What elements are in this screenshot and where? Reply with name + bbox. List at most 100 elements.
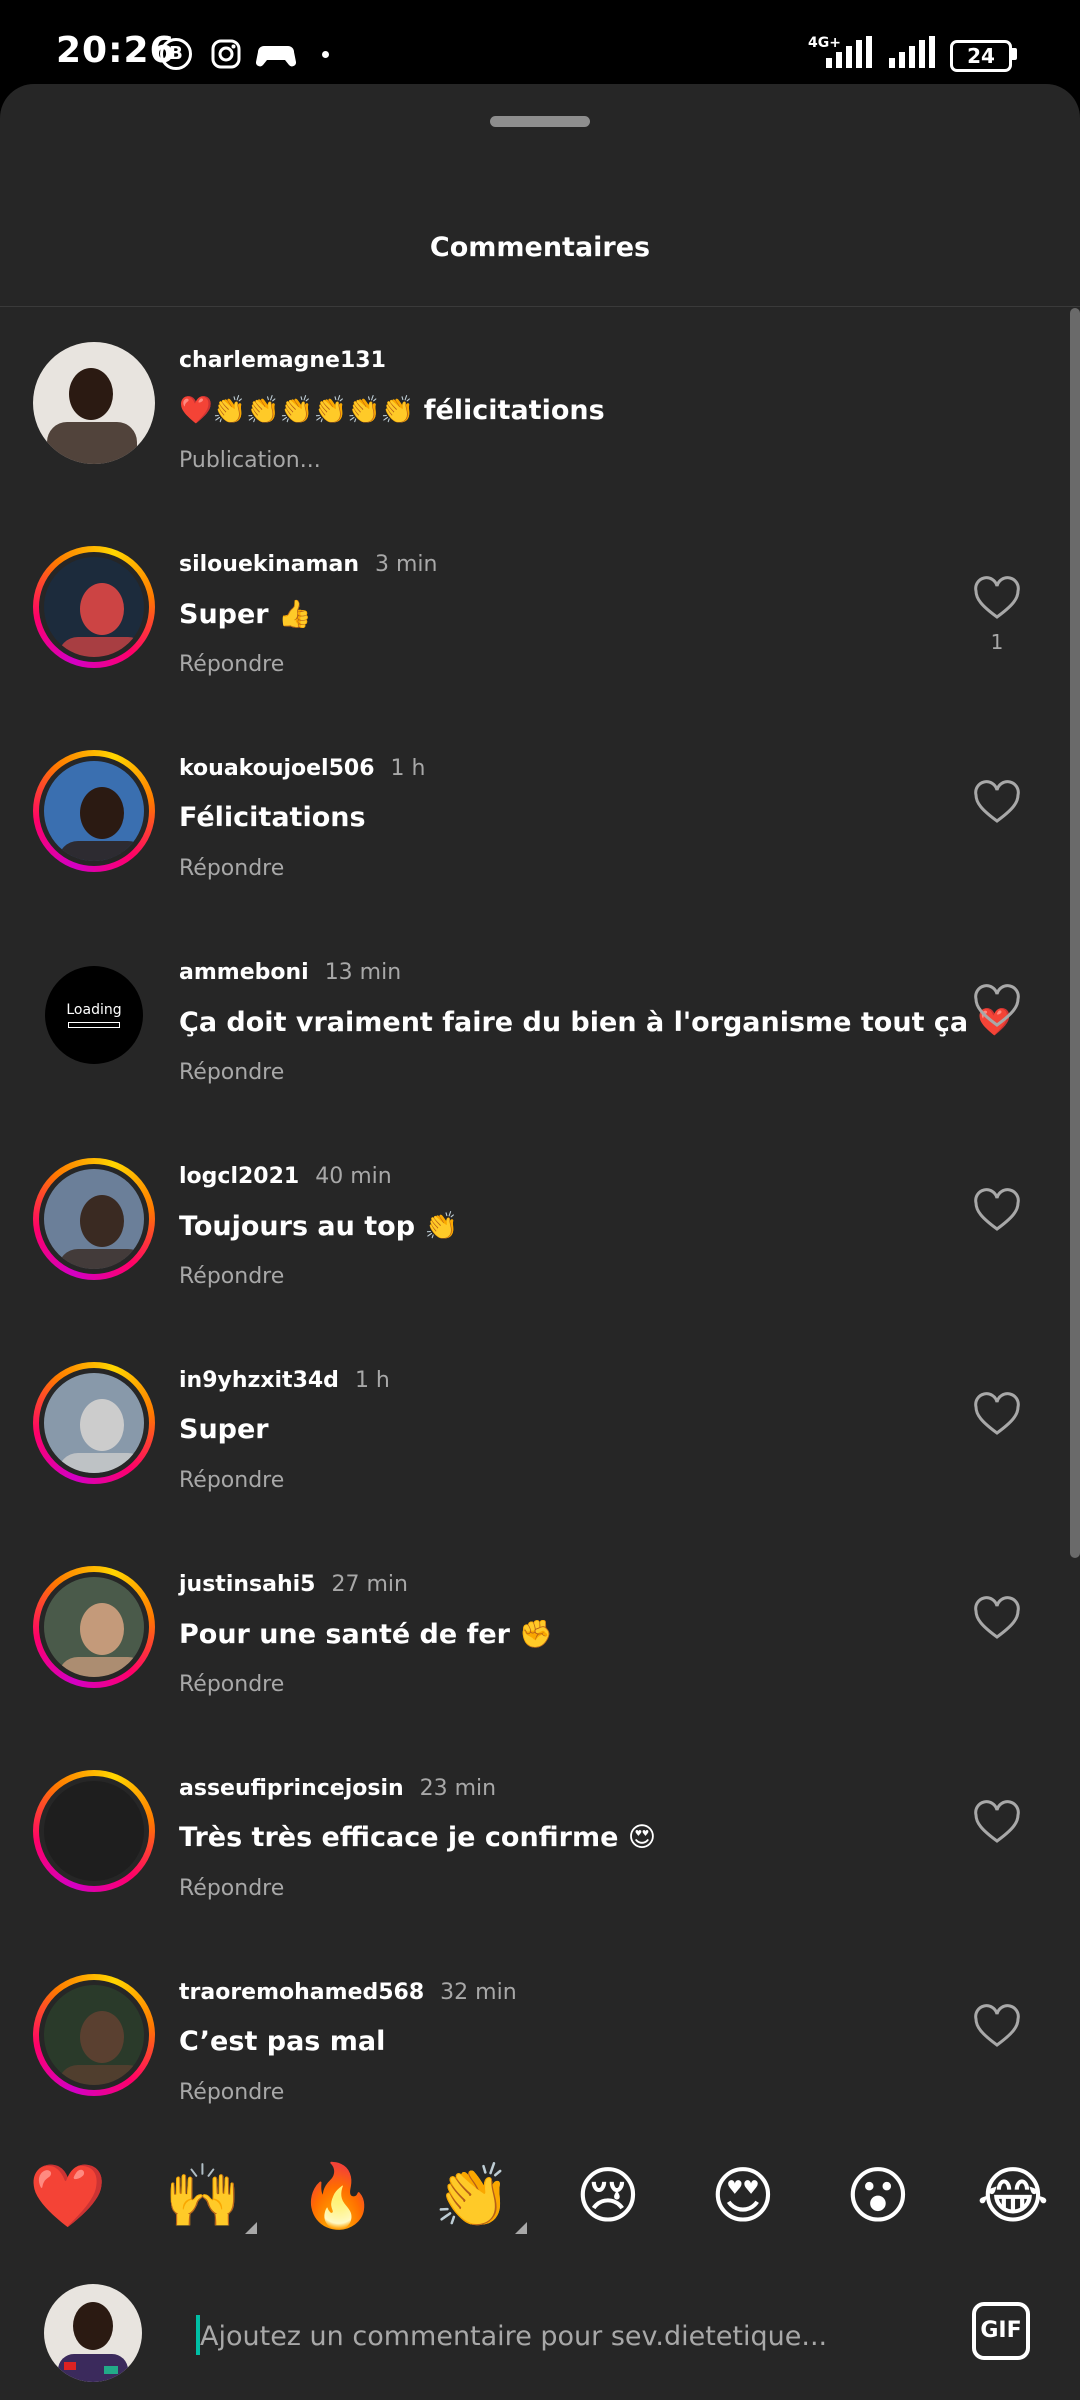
comment-username[interactable]: in9yhzxit34d 1 h bbox=[179, 1368, 390, 1393]
username-text[interactable]: silouekinaman bbox=[179, 552, 359, 577]
heart-icon[interactable] bbox=[972, 2002, 1022, 2052]
battery-icon: 24 bbox=[950, 40, 1012, 72]
comment-item[interactable]: in9yhzxit34d 1 h Super Répondre bbox=[0, 1328, 1080, 1532]
comment-input-bar: GIF bbox=[0, 2244, 1080, 2400]
comment-time: 23 min bbox=[419, 1776, 497, 1801]
comment-text: Félicitations bbox=[179, 802, 366, 833]
surprised-emoji[interactable]: 😮 bbox=[828, 2148, 928, 2244]
avatar bbox=[33, 342, 155, 464]
comment-text: Ça doit vraiment faire du bien à l'organ… bbox=[179, 1007, 1012, 1038]
fire-emoji[interactable]: 🔥 bbox=[288, 2148, 388, 2244]
comment-username[interactable]: asseufiprincejosin 23 min bbox=[179, 1776, 496, 1801]
avatar-wrapper[interactable]: Loading bbox=[33, 954, 155, 1076]
comment-item[interactable]: asseufiprincejosin 23 min Très très effica… bbox=[0, 1736, 1080, 1940]
username-text[interactable]: kouakoujoel506 bbox=[179, 756, 375, 781]
heart-eyes-emoji[interactable]: 😍 bbox=[693, 2148, 793, 2244]
comment-username[interactable]: ammeboni 13 min bbox=[179, 960, 401, 985]
gif-button[interactable]: GIF bbox=[972, 2302, 1030, 2360]
comment-time: 13 min bbox=[324, 960, 402, 985]
signal-icon bbox=[826, 36, 872, 68]
comment-text: Toujours au top 👏 bbox=[179, 1211, 459, 1242]
username-text[interactable]: charlemagne131 bbox=[179, 348, 386, 373]
comment-time: 1 h bbox=[354, 1368, 390, 1393]
reply-button[interactable]: Répondre bbox=[179, 652, 284, 677]
story-ring[interactable] bbox=[33, 1362, 155, 1484]
b-app-icon: B bbox=[160, 38, 192, 70]
username-text[interactable]: justinsahi5 bbox=[179, 1572, 315, 1597]
comment-username[interactable]: traoremohamed568 32 min bbox=[179, 1980, 517, 2005]
clap-emoji[interactable]: 👏 bbox=[423, 2148, 523, 2244]
raised-hands-emoji[interactable]: 🙌 bbox=[153, 2148, 253, 2244]
story-ring[interactable] bbox=[33, 1974, 155, 2096]
comment-username[interactable]: charlemagne131 bbox=[179, 348, 386, 373]
comment-text: Super 👍 bbox=[179, 599, 312, 630]
avatar bbox=[39, 1164, 149, 1274]
story-ring[interactable] bbox=[33, 1566, 155, 1688]
comment-item[interactable]: charlemagne131 ❤️👏👏👏👏👏👏 félicitations Publ… bbox=[0, 308, 1080, 512]
heart-icon[interactable] bbox=[972, 574, 1022, 624]
reply-button[interactable]: Répondre bbox=[179, 2080, 284, 2105]
comment-text: C’est pas mal bbox=[179, 2026, 386, 2057]
comment-time: 1 h bbox=[390, 756, 426, 781]
sheet-title: Commentaires bbox=[429, 232, 651, 263]
avatar bbox=[39, 1776, 149, 1886]
username-text[interactable]: in9yhzxit34d bbox=[179, 1368, 339, 1393]
username-text[interactable]: ammeboni bbox=[179, 960, 309, 985]
comment-item[interactable]: kouakoujoel506 1 h Félicitations Répondre bbox=[0, 716, 1080, 920]
avatar-wrapper[interactable] bbox=[33, 342, 155, 464]
avatar: Loading bbox=[45, 966, 143, 1064]
heart-icon[interactable] bbox=[972, 1186, 1022, 1236]
posting-status: Publication... bbox=[179, 448, 321, 473]
avatar bbox=[39, 756, 149, 866]
like-count: 1 bbox=[990, 630, 1004, 654]
drag-handle[interactable] bbox=[490, 116, 590, 127]
skin-tone-indicator bbox=[515, 2222, 527, 2234]
comment-item[interactable]: logcl2021 40 min Toujours au top 👏 Répondre bbox=[0, 1124, 1080, 1328]
crying-emoji[interactable]: 😢 bbox=[558, 2148, 658, 2244]
comment-item[interactable]: traoremohamed568 32 min C’est pas mal Répon… bbox=[0, 1940, 1080, 2144]
comment-item[interactable]: silouekinaman 3 min Super 👍 Répondre 1 bbox=[0, 512, 1080, 716]
avatar bbox=[39, 552, 149, 662]
reply-button[interactable]: Répondre bbox=[179, 1264, 284, 1289]
loading-label: Loading bbox=[66, 1002, 122, 1018]
story-ring[interactable] bbox=[33, 546, 155, 668]
laughing-emoji[interactable]: 😂 bbox=[963, 2148, 1063, 2244]
comment-time: 27 min bbox=[331, 1572, 408, 1597]
story-ring[interactable] bbox=[33, 1158, 155, 1280]
story-ring[interactable] bbox=[33, 1770, 155, 1892]
username-text[interactable]: traoremohamed568 bbox=[179, 1980, 424, 2005]
heart-emoji[interactable]: ❤️ bbox=[18, 2148, 118, 2244]
comment-input[interactable] bbox=[198, 2308, 922, 2364]
comment-username[interactable]: kouakoujoel506 1 h bbox=[179, 756, 425, 781]
comment-text: Pour une santé de fer ✊ bbox=[179, 1619, 553, 1650]
heart-icon[interactable] bbox=[972, 1594, 1022, 1644]
comment-text: ❤️👏👏👏👏👏👏 félicitations bbox=[179, 395, 605, 426]
comment-time: 32 min bbox=[440, 1980, 517, 2005]
my-avatar bbox=[44, 2284, 142, 2382]
comment-item[interactable]: Loading ammeboni 13 min Ça doit vraiment fa… bbox=[0, 920, 1080, 1124]
username-text[interactable]: logcl2021 bbox=[179, 1164, 299, 1189]
comment-text: Très très efficace je confirme 😍 bbox=[179, 1822, 656, 1853]
notification-dot bbox=[322, 51, 329, 58]
reply-button[interactable]: Répondre bbox=[179, 856, 284, 881]
comment-username[interactable]: logcl2021 40 min bbox=[179, 1164, 392, 1189]
quick-reaction-bar: ❤️ 🙌 🔥 👏 😢 😍 😮 😂 bbox=[0, 2148, 1080, 2244]
heart-icon[interactable] bbox=[972, 1390, 1022, 1440]
heart-icon[interactable] bbox=[972, 778, 1022, 828]
comment-username[interactable]: justinsahi5 27 min bbox=[179, 1572, 408, 1597]
reply-button[interactable]: Répondre bbox=[179, 1468, 284, 1493]
loading-bar bbox=[68, 1022, 120, 1028]
reply-button[interactable]: Répondre bbox=[179, 1876, 284, 1901]
heart-icon[interactable] bbox=[972, 1798, 1022, 1848]
reply-button[interactable]: Répondre bbox=[179, 1672, 284, 1697]
comment-username[interactable]: silouekinaman 3 min bbox=[179, 552, 437, 577]
story-ring[interactable] bbox=[33, 750, 155, 872]
comments-sheet: Commentaires charlemagne131 ❤️👏👏👏👏👏👏 féli… bbox=[0, 84, 1080, 2400]
signal-icon-2 bbox=[889, 36, 935, 68]
username-text[interactable]: asseufiprincejosin bbox=[179, 1776, 404, 1801]
reply-button[interactable]: Répondre bbox=[179, 1060, 284, 1085]
heart-icon[interactable] bbox=[972, 982, 1022, 1032]
battery-tip bbox=[1012, 48, 1017, 60]
avatar bbox=[39, 1980, 149, 2090]
comment-item[interactable]: justinsahi5 27 min Pour une santé de fer ✊… bbox=[0, 1532, 1080, 1736]
